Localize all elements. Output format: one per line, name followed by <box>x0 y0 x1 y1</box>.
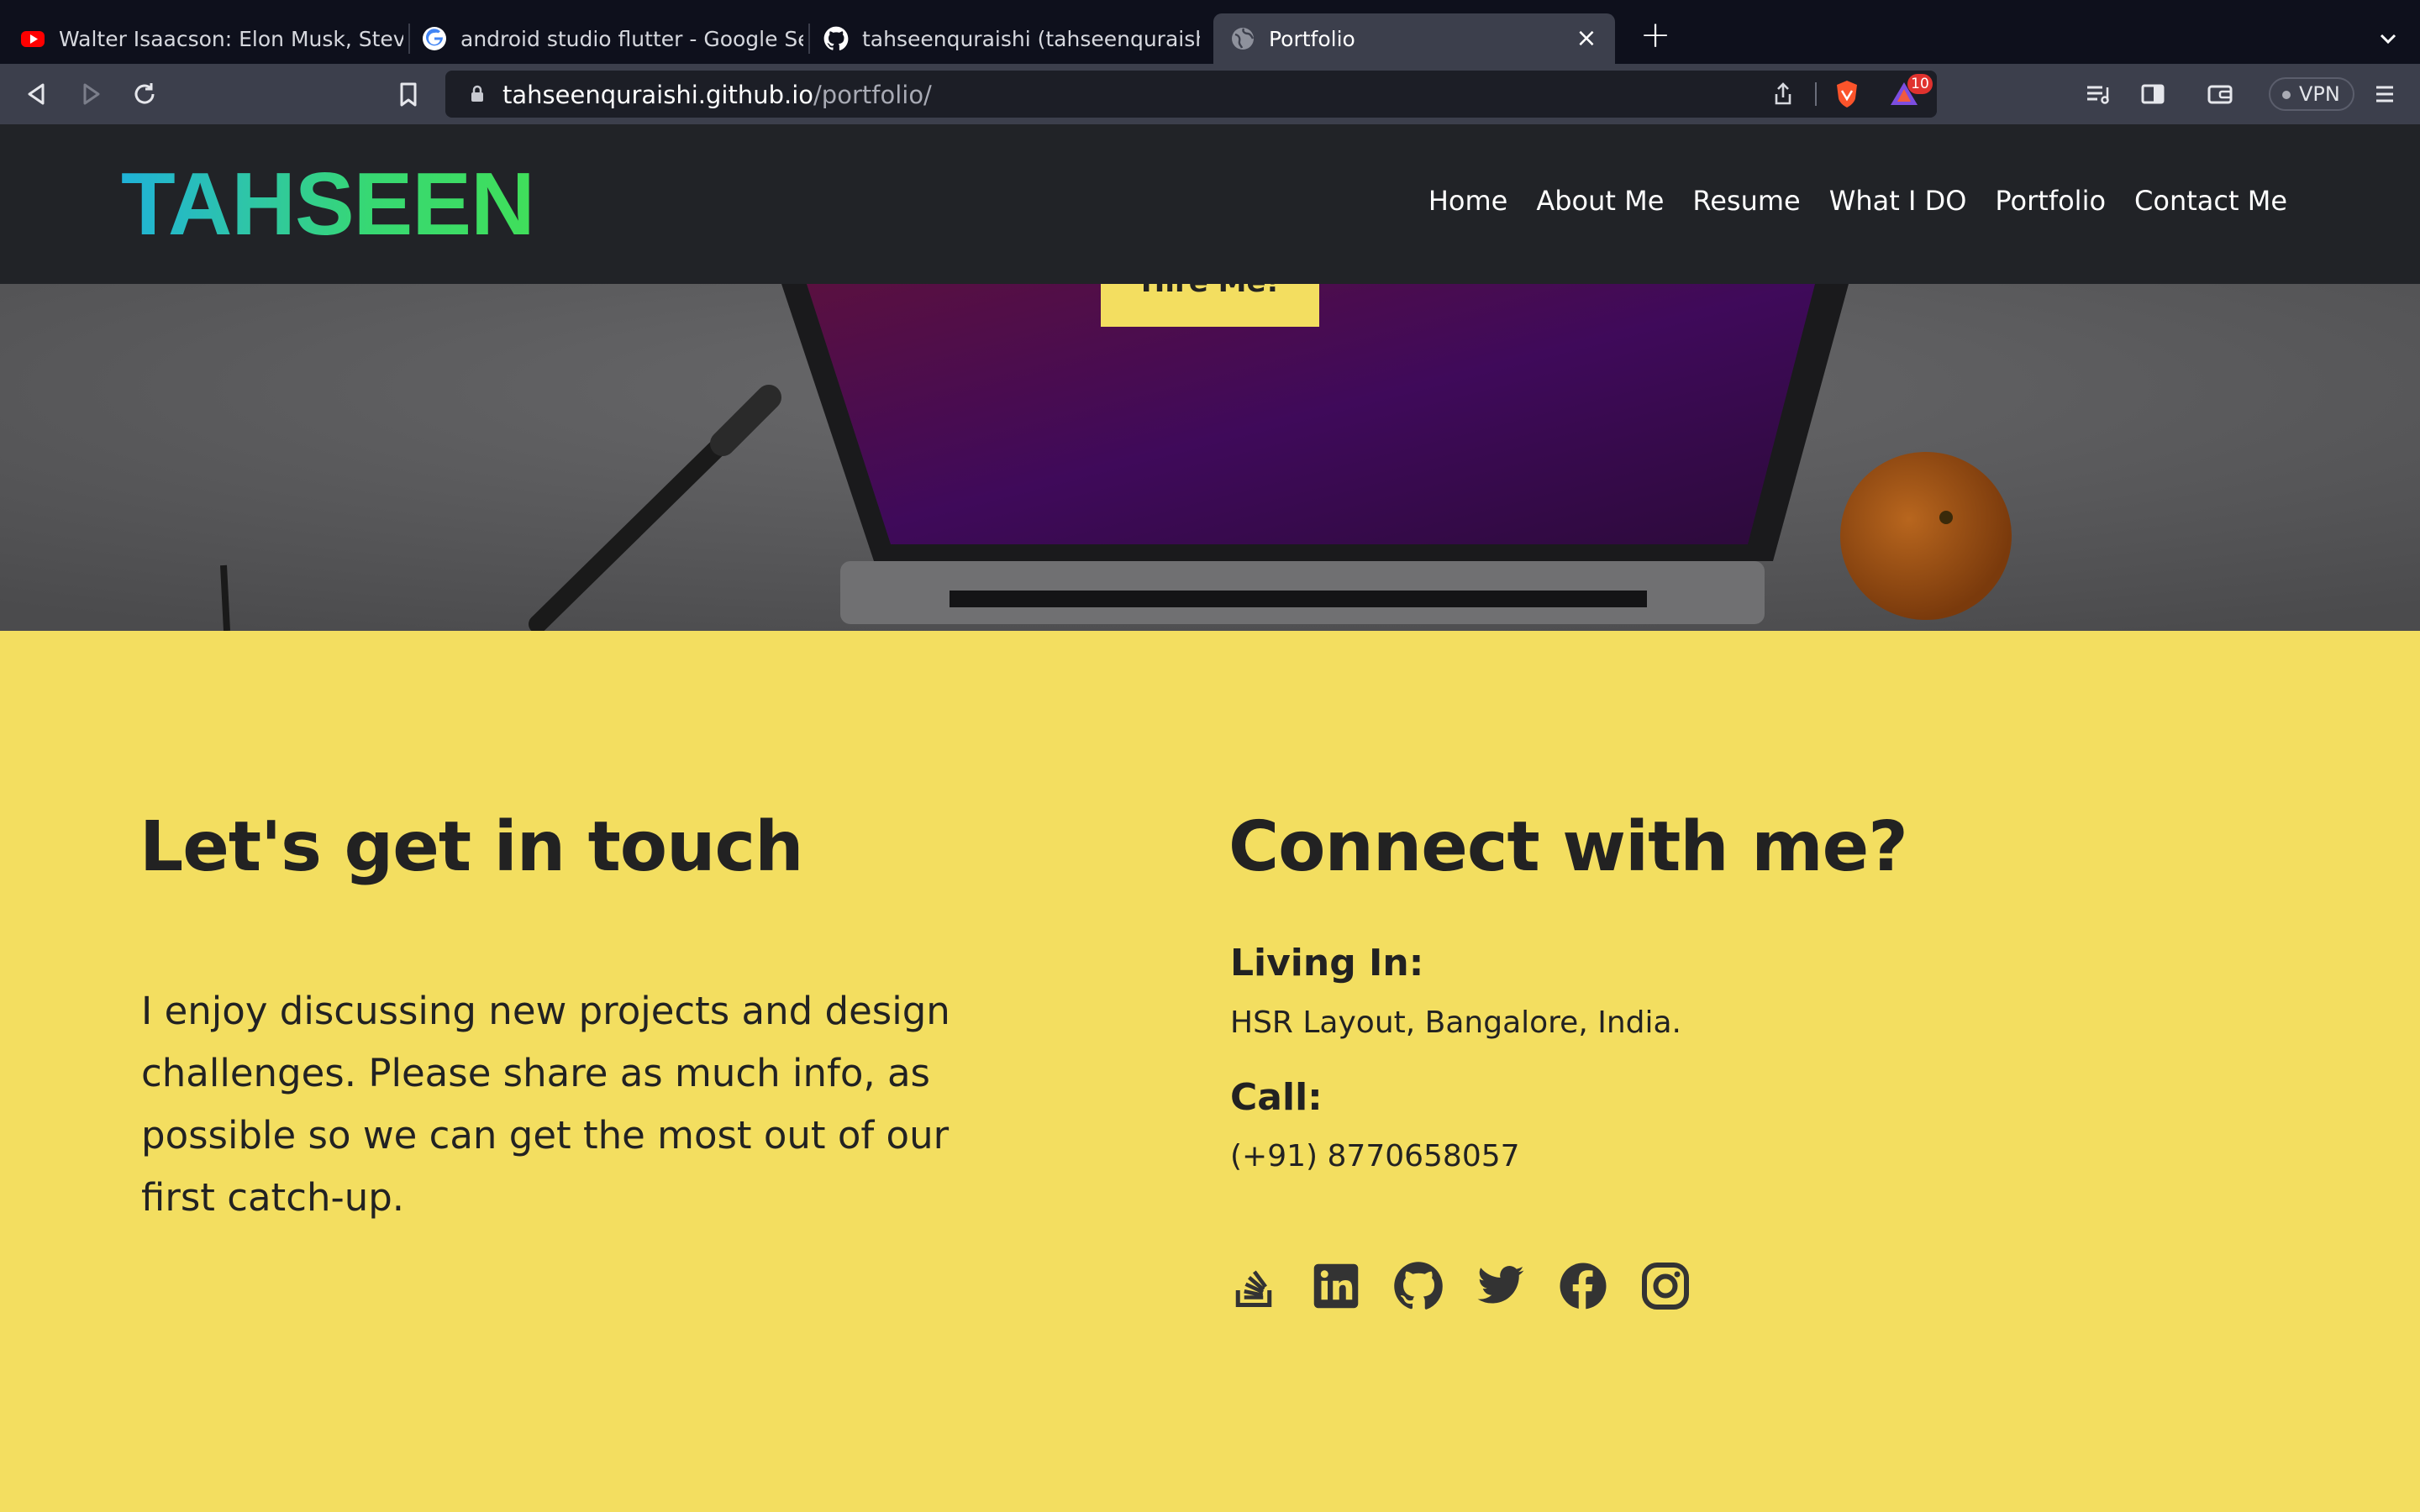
brave-shields-icon[interactable] <box>1830 77 1864 111</box>
rewards-badge: 10 <box>1907 74 1933 94</box>
url-text: tahseenquraishi.github.io/portfolio/ <box>502 81 932 109</box>
facebook-icon[interactable] <box>1558 1261 1608 1311</box>
main-nav: Home About Me Resume What I DO Portfolio… <box>1428 185 2287 217</box>
wallet-icon[interactable] <box>2203 77 2237 111</box>
vpn-label: VPN <box>2299 82 2340 106</box>
vpn-button[interactable]: VPN <box>2269 77 2354 111</box>
google-icon <box>423 27 446 50</box>
living-in-value: HSR Layout, Bangalore, India. <box>1230 1005 1681 1040</box>
chevron-down-icon[interactable] <box>2371 22 2405 55</box>
address-bar[interactable]: tahseenquraishi.github.io/portfolio/ 10 <box>445 71 1937 118</box>
site-header: TAHSEEN Home About Me Resume What I DO P… <box>0 124 2420 284</box>
call-value[interactable]: (+91) 8770658057 <box>1230 1139 1520 1173</box>
linkedin-icon[interactable] <box>1311 1261 1361 1311</box>
bookmark-icon[interactable] <box>392 77 425 111</box>
site-logo[interactable]: TAHSEEN <box>121 151 535 258</box>
call-label: Call: <box>1230 1076 1323 1119</box>
contact-section: Let's get in touch I enjoy discussing ne… <box>0 631 2420 1512</box>
youtube-icon <box>21 31 45 47</box>
twitter-icon[interactable] <box>1476 1261 1526 1311</box>
living-in-label: Living In: <box>1230 942 1424 984</box>
tab-google[interactable]: android studio flutter - Google Sear <box>422 13 803 64</box>
nav-resume[interactable]: Resume <box>1692 185 1800 217</box>
desk-laptop-image <box>0 284 2420 631</box>
nav-portfolio[interactable]: Portfolio <box>1995 185 2106 217</box>
hire-me-label: Hire Me! <box>1101 284 1319 299</box>
stackoverflow-icon[interactable] <box>1228 1261 1279 1311</box>
forward-icon[interactable] <box>74 77 108 111</box>
tab-separator <box>808 24 810 54</box>
vpn-status-dot <box>2282 91 2291 99</box>
hire-me-button[interactable]: Hire Me! <box>1101 284 1319 327</box>
tab-youtube[interactable]: Walter Isaacson: Elon Musk, Steve J <box>20 13 403 64</box>
share-icon[interactable] <box>1766 77 1800 111</box>
nav-about-me[interactable]: About Me <box>1536 185 1664 217</box>
instagram-icon[interactable] <box>1640 1261 1691 1311</box>
tab-title: tahseenquraishi (tahseenquraishi) / <box>862 26 1200 51</box>
github-icon[interactable] <box>1393 1261 1444 1311</box>
tab-portfolio-active[interactable]: Portfolio × <box>1213 13 1615 64</box>
nav-what-i-do[interactable]: What I DO <box>1829 185 1967 217</box>
contact-intro-text: I enjoy discussing new projects and desi… <box>141 989 950 1220</box>
connect-heading: Connect with me? <box>1228 807 1908 887</box>
tab-github[interactable]: tahseenquraishi (tahseenquraishi) / <box>823 13 1200 64</box>
lock-icon <box>471 85 483 102</box>
tab-title: Walter Isaacson: Elon Musk, Steve J <box>59 26 403 51</box>
tab-separator <box>408 24 410 54</box>
github-icon <box>823 26 849 50</box>
close-tab-icon[interactable]: × <box>1573 25 1600 52</box>
browser-tab-bar: Walter Isaacson: Elon Musk, Steve J andr… <box>0 0 2420 64</box>
url-path: /portfolio/ <box>813 81 932 109</box>
contact-heading: Let's get in touch <box>139 807 804 887</box>
menu-icon[interactable] <box>2368 77 2402 111</box>
url-host: tahseenquraishi.github.io <box>502 81 814 109</box>
globe-icon <box>1232 28 1255 50</box>
sidebar-icon[interactable] <box>2136 77 2170 111</box>
nav-contact-me[interactable]: Contact Me <box>2134 185 2287 217</box>
browser-toolbar: tahseenquraishi.github.io/portfolio/ 10 … <box>0 64 2420 124</box>
nav-home[interactable]: Home <box>1428 185 1508 217</box>
back-icon[interactable] <box>20 77 54 111</box>
social-links <box>1228 1261 1691 1311</box>
hero-background-image <box>0 284 2420 631</box>
playlist-icon[interactable] <box>2081 77 2114 111</box>
divider <box>1815 82 1817 106</box>
new-tab-button[interactable]: + <box>1637 17 1674 55</box>
tab-title: Portfolio <box>1269 26 1355 51</box>
reload-icon[interactable] <box>128 77 161 111</box>
tab-title: android studio flutter - Google Sear <box>460 26 803 51</box>
